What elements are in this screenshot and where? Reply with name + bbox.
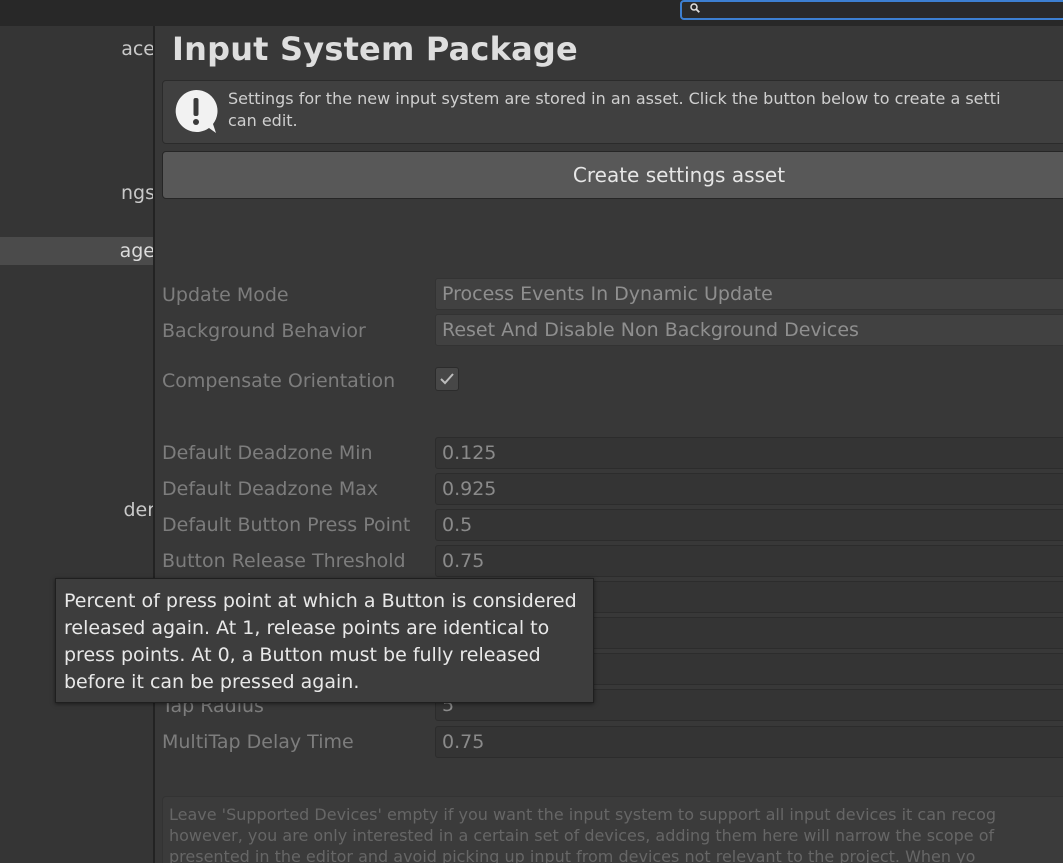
multitap-delay-label: MultiTap Delay Time	[162, 731, 354, 753]
settings-panel: Input System Package Settings for the ne…	[155, 26, 1063, 863]
info-text: Settings for the new input system are st…	[228, 89, 1001, 130]
settings-sidebar: ace ngs age der s ng	[0, 26, 153, 863]
sidebar-item-input-system-package[interactable]: age	[0, 237, 153, 265]
background-behavior-dropdown[interactable]: Reset And Disable Non Background Devices	[435, 314, 1063, 346]
info-icon	[175, 89, 218, 133]
sidebar-item[interactable]: ace	[0, 35, 153, 63]
deadzone-max-label: Default Deadzone Max	[162, 478, 379, 500]
checkmark-icon	[440, 373, 454, 385]
create-settings-asset-button[interactable]: Create settings asset	[162, 151, 1063, 199]
page-title: Input System Package	[172, 30, 578, 68]
tooltip: Percent of press point at which a Button…	[55, 578, 594, 703]
update-mode-label: Update Mode	[162, 284, 289, 306]
compensate-orientation-label: Compensate Orientation	[162, 370, 396, 392]
search-icon	[690, 3, 700, 13]
search-input[interactable]	[680, 0, 1063, 20]
info-helpbox: Settings for the new input system are st…	[162, 80, 1063, 144]
sidebar-item[interactable]: der	[0, 496, 153, 524]
deadzone-max-field[interactable]: 0.925	[435, 473, 1063, 505]
supported-devices-help-text: Leave 'Supported Devices' empty if you w…	[169, 805, 997, 863]
supported-devices-helpbox: Leave 'Supported Devices' empty if you w…	[162, 796, 1063, 863]
update-mode-dropdown[interactable]: Process Events In Dynamic Update	[435, 278, 1063, 310]
top-toolbar	[0, 0, 1063, 26]
multitap-delay-field[interactable]: 0.75	[435, 726, 1063, 758]
button-press-point-label: Default Button Press Point	[162, 514, 411, 536]
button-release-threshold-label: Button Release Threshold	[162, 550, 406, 572]
button-release-threshold-field[interactable]: 0.75	[435, 545, 1063, 577]
background-behavior-label: Background Behavior	[162, 320, 366, 342]
button-press-point-field[interactable]: 0.5	[435, 509, 1063, 541]
deadzone-min-label: Default Deadzone Min	[162, 442, 373, 464]
tooltip-text: Percent of press point at which a Button…	[64, 590, 577, 693]
deadzone-min-field[interactable]: 0.125	[435, 437, 1063, 469]
sidebar-item[interactable]: ngs	[0, 179, 153, 207]
compensate-orientation-checkbox[interactable]	[435, 367, 459, 391]
